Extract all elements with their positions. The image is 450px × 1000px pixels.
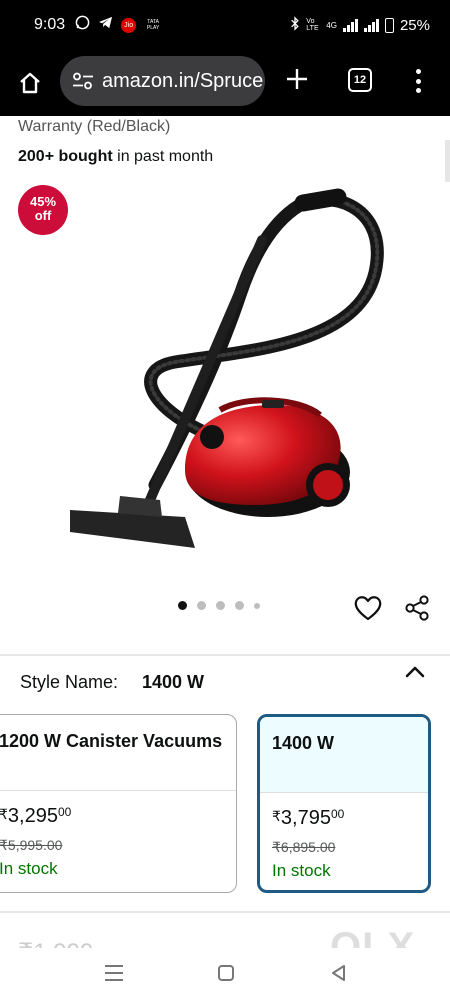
url-text: amazon.in/Spruce (102, 69, 264, 92)
menu-dot-icon (415, 78, 421, 84)
recents-line-icon (105, 972, 123, 974)
add-to-wishlist-button[interactable] (353, 594, 383, 622)
carousel-dot[interactable] (178, 601, 187, 610)
signal-icon (342, 18, 358, 32)
clock-time: 9:03 (34, 16, 66, 33)
currency-symbol: ₹ (272, 808, 281, 824)
home-icon (20, 72, 40, 94)
option-title: 1200 W Canister Vacuums (0, 715, 236, 791)
network-type: 4G (326, 20, 337, 30)
share-icon (405, 595, 429, 621)
tata-play-icon: TATA PLAY (146, 19, 160, 31)
carousel-dot[interactable] (254, 602, 260, 609)
discount-label: off (34, 208, 52, 223)
bluetooth-icon (290, 15, 300, 35)
option-price: ₹3,79500 (272, 807, 344, 830)
jio-icon-text: Jio (124, 21, 134, 29)
address-bar[interactable]: amazon.in/Spruce (60, 56, 265, 106)
image-carousel-dots[interactable] (178, 601, 260, 610)
heart-icon (354, 596, 382, 621)
chevron-up-icon[interactable] (404, 664, 426, 680)
option-mrp: ₹6,895.00 (272, 839, 336, 855)
carousel-dot[interactable] (235, 601, 244, 610)
discount-percent: 45% (29, 194, 57, 209)
section-divider (0, 654, 450, 656)
price-whole: 3,795 (280, 807, 331, 829)
signal-icon-2 (363, 18, 379, 32)
jio-icon: Jio (121, 17, 137, 33)
style-name-selected-value: 1400 W (142, 672, 205, 692)
product-image-vacuum-cleaner[interactable] (50, 180, 400, 580)
browser-toolbar: amazon.in/Spruce 12 (0, 50, 450, 116)
price-fraction: 00 (330, 807, 345, 821)
scrollbar-thumb[interactable] (445, 140, 450, 182)
bought-suffix: in past month (112, 148, 214, 165)
carousel-dot[interactable] (216, 601, 225, 610)
section-divider (0, 911, 450, 913)
system-navigation-bar (0, 948, 450, 1000)
currency-symbol: ₹ (0, 806, 8, 822)
price-fraction: 00 (57, 805, 72, 819)
status-bar: 9:03 Jio TATA PLAY Vo LTE 4G 25% (0, 0, 450, 50)
style-name-header[interactable]: Style Name: 1400 W (0, 660, 450, 708)
share-button[interactable] (403, 594, 431, 622)
home-nav-button[interactable] (218, 965, 234, 981)
discount-badge: 45% off (18, 185, 68, 235)
back-button[interactable] (330, 964, 346, 982)
overflow-menu-button[interactable] (408, 66, 428, 96)
style-name-label: Style Name: (20, 672, 119, 692)
menu-dot-icon (415, 69, 421, 74)
option-stock-status: In stock (272, 861, 331, 880)
bought-count: 200+ bought (18, 148, 113, 165)
style-option-1400w[interactable]: 1400 W ₹3,79500 ₹6,895.00 In stock (257, 714, 431, 893)
battery-icon (384, 17, 394, 33)
whatsapp-icon (75, 15, 90, 35)
option-price: ₹3,29500 (0, 805, 71, 828)
tab-count: 12 (353, 74, 367, 86)
site-settings-icon[interactable] (72, 72, 94, 90)
recents-line-icon (105, 965, 123, 967)
style-option-1200w[interactable]: 1200 W Canister Vacuums ₹3,29500 ₹5,995.… (0, 714, 237, 893)
price-whole: 3,295 (7, 805, 58, 827)
telegram-icon (98, 15, 113, 35)
recents-line-icon (105, 979, 123, 981)
plus-icon (287, 69, 307, 89)
notification-icons: Jio TATA PLAY (75, 15, 162, 35)
volte-label: Vo LTE (306, 18, 319, 32)
carousel-dot[interactable] (197, 601, 206, 610)
bought-in-past-month: 200+ bought in past month (18, 148, 213, 166)
option-mrp: ₹5,995.00 (0, 837, 63, 853)
menu-dot-icon (415, 88, 421, 93)
option-stock-status: In stock (0, 859, 58, 878)
recents-button[interactable] (105, 965, 123, 981)
battery-percent: 25% (399, 16, 430, 34)
tab-switcher-button[interactable]: 12 (348, 68, 372, 92)
home-button[interactable] (0, 50, 60, 116)
system-indicators: Vo LTE 4G 25% (290, 15, 430, 35)
product-title-fragment: Warranty (Red/Black) (18, 118, 171, 135)
option-title: 1400 W (260, 717, 428, 793)
new-tab-button[interactable] (282, 64, 312, 94)
